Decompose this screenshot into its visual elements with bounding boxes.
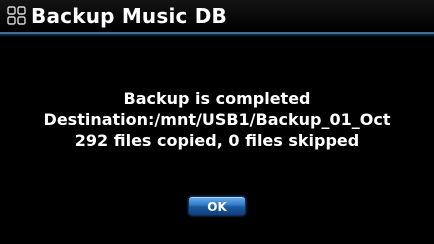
status-message: Backup is completed Destination:/mnt/USB… bbox=[0, 88, 434, 151]
title-bar: Backup Music DB bbox=[0, 0, 434, 37]
ok-button[interactable]: OK bbox=[188, 196, 246, 216]
destination-path-text: Destination:/mnt/USB1/Backup_01_Oct bbox=[43, 110, 391, 129]
grid-icon bbox=[7, 6, 26, 25]
file-count-summary-text: 292 files copied, 0 files skipped bbox=[74, 131, 360, 150]
page-title: Backup Music DB bbox=[31, 4, 227, 28]
completion-status-text: Backup is completed bbox=[123, 89, 311, 108]
backup-dialog-screen: Backup Music DB Backup is completed Dest… bbox=[0, 0, 434, 244]
